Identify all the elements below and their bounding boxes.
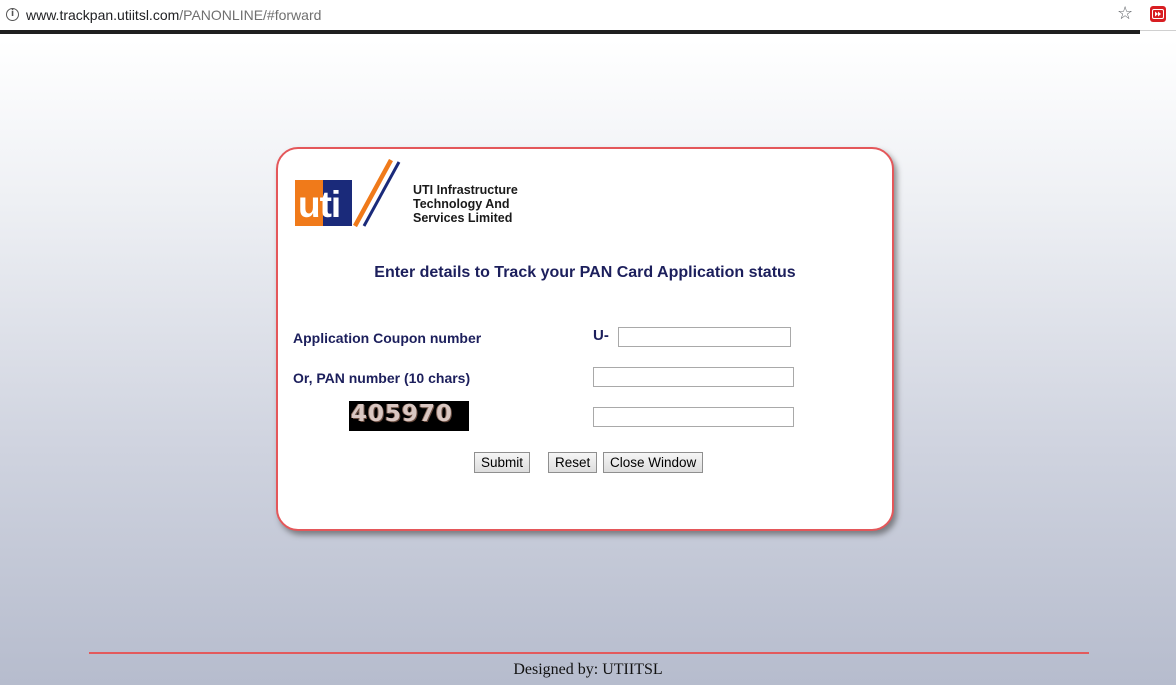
star-icon[interactable]: ☆	[1117, 4, 1133, 24]
footer-divider	[89, 652, 1089, 654]
uti-logo-mark: uti	[295, 158, 401, 228]
coupon-prefix: U-	[593, 327, 609, 344]
coupon-number-input[interactable]	[618, 327, 791, 347]
coupon-label: Application Coupon number	[293, 330, 482, 346]
captcha-input[interactable]	[593, 407, 794, 427]
reset-button[interactable]: Reset	[548, 452, 598, 473]
browser-toolbar-strip	[0, 30, 1140, 34]
company-name-line2: Technology And	[413, 197, 510, 211]
company-name: UTI Infrastructure Technology And Servic…	[413, 183, 518, 225]
uti-logo: uti UTI Infrastructure Technology And Se…	[295, 158, 518, 229]
tracking-card: uti UTI Infrastructure Technology And Se…	[276, 147, 894, 531]
url-host: www.trackpan.utiitsl.com	[26, 7, 180, 23]
svg-text:uti: uti	[298, 184, 340, 225]
browser-address-bar: i www.trackpan.utiitsl.com/PANONLINE/#fo…	[0, 0, 1176, 31]
info-icon[interactable]: i	[6, 8, 19, 21]
form-heading: Enter details to Track your PAN Card App…	[374, 264, 796, 281]
url-field[interactable]: www.trackpan.utiitsl.com/PANONLINE/#forw…	[26, 7, 321, 23]
close-window-button[interactable]: Close Window	[603, 452, 704, 473]
pan-label: Or, PAN number (10 chars)	[293, 370, 471, 386]
captcha-image: 405970	[349, 401, 469, 431]
url-path: /PANONLINE/#forward	[179, 7, 322, 23]
company-name-line1: UTI Infrastructure	[413, 183, 518, 197]
company-name-line3: Services Limited	[413, 211, 513, 225]
extension-icon[interactable]	[1150, 6, 1166, 22]
footer-credit: Designed by: UTIITSL	[513, 661, 663, 678]
submit-button[interactable]: Submit	[474, 452, 531, 473]
pan-number-input[interactable]	[593, 367, 794, 387]
